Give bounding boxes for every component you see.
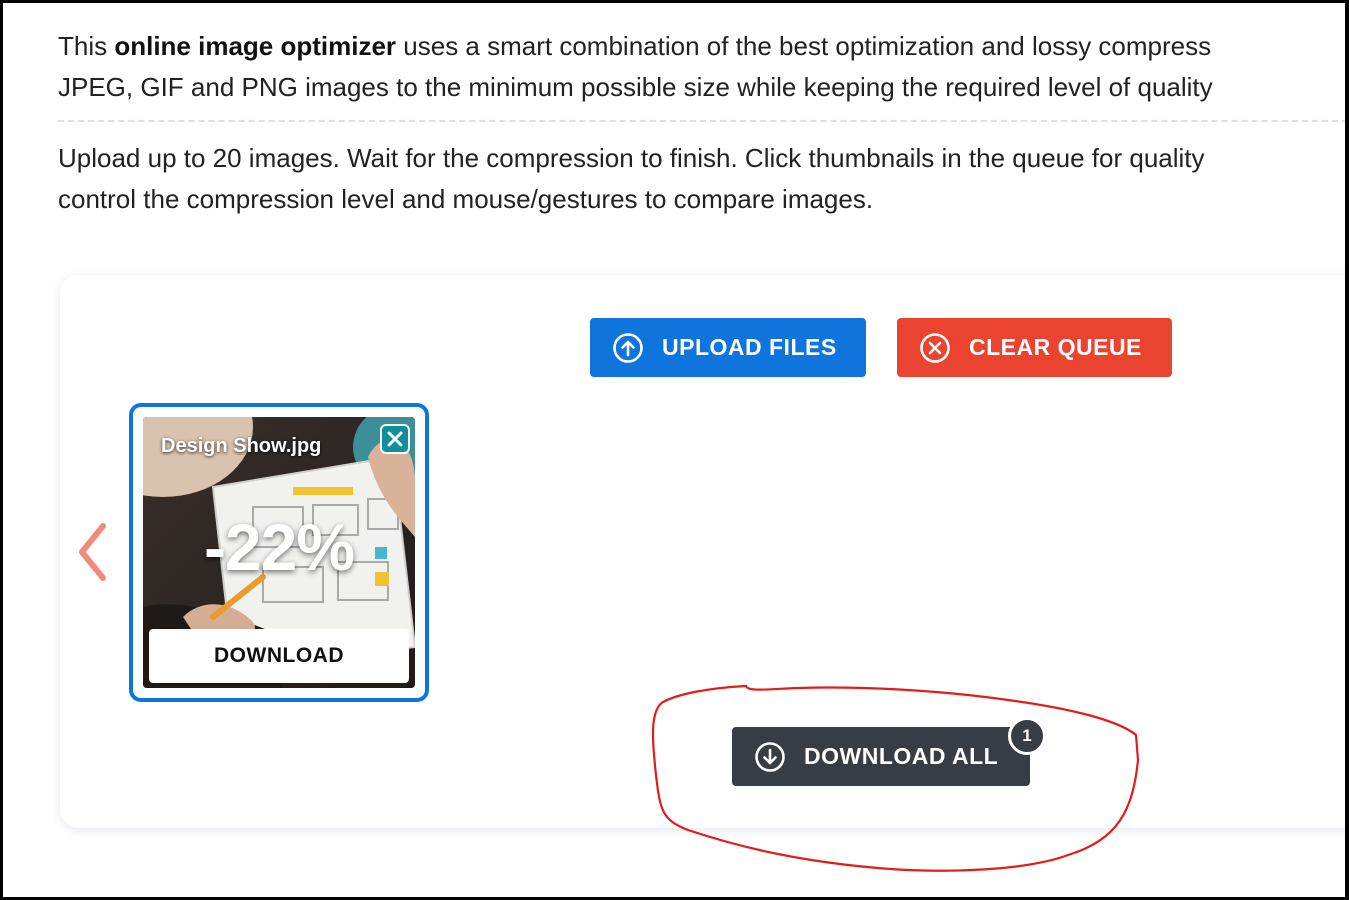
download-count-badge: 1 bbox=[1008, 717, 1046, 755]
dashed-divider bbox=[58, 120, 1348, 122]
instructions-line-1: Upload up to 20 images. Wait for the com… bbox=[58, 143, 1205, 173]
instructions-paragraph: Upload up to 20 images. Wait for the com… bbox=[58, 138, 1349, 220]
arrow-up-circle-icon bbox=[613, 332, 643, 363]
upload-files-label: UPLOAD FILES bbox=[662, 334, 837, 360]
thumbnail-filename: Design Show.jpg bbox=[161, 435, 322, 457]
download-all-label: DOWNLOAD ALL bbox=[804, 743, 999, 769]
x-circle-icon bbox=[920, 332, 950, 363]
intro-line-1: This online image optimizer uses a smart… bbox=[58, 31, 1212, 61]
clear-queue-label: CLEAR QUEUE bbox=[969, 334, 1142, 360]
thumbnail-image: Design Show.jpg -22% DOWNLOAD bbox=[143, 417, 415, 688]
arrow-down-circle-icon bbox=[755, 741, 785, 772]
intro-paragraph: This online image optimizer uses a smart… bbox=[58, 26, 1349, 108]
chevron-left-icon[interactable] bbox=[74, 520, 110, 584]
queue-thumbnail[interactable]: Design Show.jpg -22% DOWNLOAD bbox=[129, 403, 429, 702]
remove-file-button[interactable] bbox=[380, 424, 410, 454]
intro-line-2: JPEG, GIF and PNG images to the minimum … bbox=[58, 72, 1213, 102]
download-all-button[interactable]: DOWNLOAD ALL bbox=[732, 727, 1030, 786]
instructions-line-2: control the compression level and mouse/… bbox=[58, 184, 874, 214]
compression-savings: -22% bbox=[203, 510, 355, 584]
thumbnail-download-button[interactable]: DOWNLOAD bbox=[149, 629, 409, 683]
intro-bold-phrase: online image optimizer bbox=[114, 31, 397, 61]
clear-queue-button[interactable]: CLEAR QUEUE bbox=[897, 318, 1172, 377]
close-icon bbox=[387, 431, 403, 447]
upload-files-button[interactable]: UPLOAD FILES bbox=[590, 318, 866, 377]
